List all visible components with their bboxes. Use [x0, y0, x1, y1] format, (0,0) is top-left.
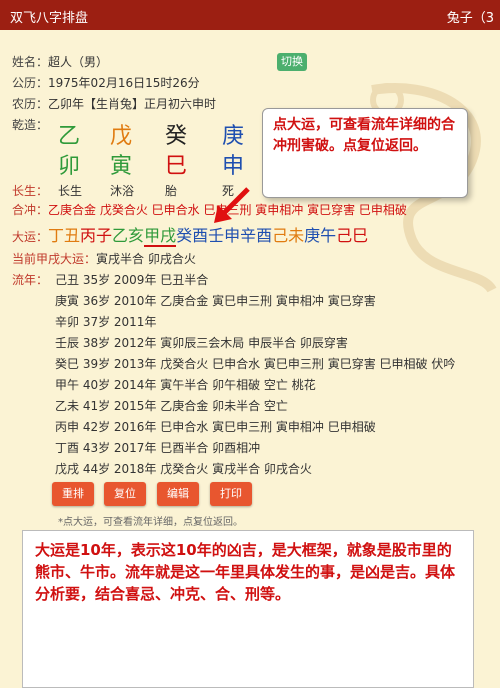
solar-row: 公历：1975年02月16日15时26分 [12, 74, 200, 91]
current-dayun-value: 寅戌半合 卯戌合火 [96, 252, 196, 266]
rearrange-button[interactable]: 重排 [52, 482, 94, 506]
solar-label: 公历： [12, 76, 49, 90]
liunian-row: 甲午 40岁 2014年 寅午半合 卯午相破 空亡 桃花 [55, 378, 316, 392]
app-title: 双飞八字排盘 [10, 11, 89, 26]
name-row: 姓名：超人（男） [12, 53, 108, 70]
liunian-label-row: 流年： [12, 271, 48, 288]
stem-day: 癸 [165, 124, 188, 149]
print-button[interactable]: 打印 [210, 482, 252, 506]
liunian-row: 丁酉 43岁 2017年 巳酉半合 卯酉相冲 [55, 441, 261, 455]
stem-month: 戊 [110, 124, 133, 149]
dayun-item[interactable]: 癸酉 [176, 226, 208, 245]
pointer-arrow-icon [214, 187, 250, 223]
liunian-row: 乙未 41岁 2015年 乙庚合金 卯未半合 空亡 [55, 399, 288, 413]
name-value: 超人（男） [48, 55, 109, 69]
dayun-label: 大运： [12, 230, 49, 244]
explanation-note: 大运是10年，表示这10年的凶吉，是大框架，就象是股市里的熊市、牛市。流年就是这… [22, 530, 474, 688]
lunar-label: 农历： [12, 97, 49, 111]
changsheng-month: 沐浴 [110, 184, 135, 198]
stem-year: 乙 [58, 124, 81, 149]
dayun-item[interactable]: 己未 [272, 226, 304, 245]
edit-button[interactable]: 编辑 [157, 482, 199, 506]
qianzao-label-row: 乾造： [12, 116, 48, 133]
liunian-row: 庚寅 36岁 2010年 乙庚合金 寅巳申三刑 寅申相冲 寅巳穿害 [55, 294, 376, 308]
switch-button[interactable]: 切换 [277, 53, 307, 71]
branch-hour: 申 [222, 154, 245, 179]
dayun-item[interactable]: 己巳 [336, 226, 368, 245]
changsheng-year: 长生 [58, 184, 83, 198]
user-label[interactable]: 兔子（3 [447, 7, 494, 26]
current-dayun-label: 当前甲戌大运： [12, 252, 97, 266]
changsheng-label: 长生： [12, 184, 49, 198]
dayun-item[interactable]: 辛酉 [240, 226, 272, 245]
changsheng-day: 胎 [165, 184, 178, 198]
dayun-item[interactable]: 丁丑 [48, 226, 80, 245]
hechong-row: 合冲：乙庚合金 戊癸合火 巳申合水 巳申三刑 寅申相冲 寅巳穿害 巳申相破 [12, 201, 407, 218]
solar-value: 1975年02月16日15时26分 [48, 76, 200, 90]
lunar-row: 农历：乙卯年【生肖兔】正月初六申时 [12, 95, 216, 112]
reset-button[interactable]: 复位 [104, 482, 146, 506]
branch-day: 巳 [165, 154, 188, 179]
liunian-row: 丙申 42岁 2016年 巳申合水 寅巳申三刑 寅申相冲 巳申相破 [55, 420, 376, 434]
dayun-tooltip: 点大运，可查看流年详细的合冲刑害破。点复位返回。 [262, 108, 468, 198]
dayun-item[interactable]: 丙子 [80, 226, 112, 245]
dayun-item[interactable]: 乙亥 [112, 226, 144, 245]
lunar-value: 乙卯年【生肖兔】正月初六申时 [48, 97, 217, 111]
liunian-row: 己丑 35岁 2009年 巳丑半合 [55, 273, 209, 287]
liunian-row: 辛卯 37岁 2011年 [55, 315, 157, 329]
liunian-row: 癸巳 39岁 2013年 戊癸合火 巳申合水 寅巳申三刑 寅巳穿害 巳申相破 伏… [55, 357, 456, 371]
top-bar: 双飞八字排盘 兔子（3 [0, 0, 500, 30]
liunian-row: 壬辰 38岁 2012年 寅卯辰三会木局 申辰半合 卯辰穿害 [55, 336, 348, 350]
name-label: 姓名： [12, 55, 49, 69]
liunian-label: 流年： [12, 273, 49, 287]
qianzao-label: 乾造： [12, 118, 49, 132]
dayun-item[interactable]: 庚午 [304, 226, 336, 245]
branch-year: 卯 [58, 154, 81, 179]
liunian-row: 戊戌 44岁 2018年 戊癸合火 寅戌半合 卯戌合火 [55, 462, 312, 476]
footnote: *点大运，可查看流年详细，点复位返回。 [58, 517, 243, 528]
branch-month: 寅 [110, 154, 133, 179]
dayun-row: 大运：丁丑丙子乙亥甲戌癸酉壬申辛酉己未庚午己巳 [12, 222, 368, 247]
dayun-item[interactable]: 壬申 [208, 226, 240, 245]
dayun-item-current[interactable]: 甲戌 [144, 226, 177, 247]
changsheng-row: 长生： [12, 182, 48, 199]
stem-hour: 庚 [222, 124, 245, 149]
current-dayun-row: 当前甲戌大运：寅戌半合 卯戌合火 [12, 250, 196, 267]
hechong-label: 合冲： [12, 203, 49, 217]
